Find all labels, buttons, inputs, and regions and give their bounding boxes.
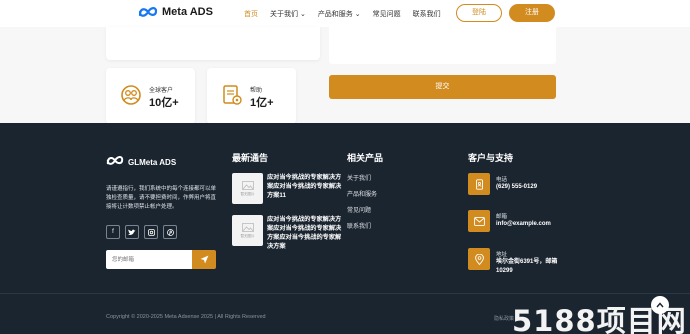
logo[interactable]: Meta ADS [138, 6, 213, 18]
mail-icon [468, 210, 490, 232]
users-money-icon [119, 83, 143, 107]
site-header: Meta ADS 首页 关于我们 ⌄ 产品和服务 ⌄ 常见问题 联系我们 登陆 … [0, 0, 690, 27]
email-field[interactable] [106, 250, 192, 269]
news-thumbnail: 暂无图片 [232, 173, 263, 204]
instagram-icon[interactable] [144, 225, 158, 239]
footer-link-about[interactable]: 关于我们 [347, 173, 377, 189]
news-item[interactable]: 暂无图片 应对当今挑战的专家解决方案应对当今挑战的专家解决方案应对当今挑战的专家… [232, 215, 343, 251]
footer-divider [0, 293, 690, 294]
stat-card-help: 帮助 1亿+ [207, 68, 296, 124]
upper-section: 提交 全球客户 10亿+ 帮助 1亿+ [0, 27, 690, 124]
meta-logo-icon [106, 153, 124, 171]
stat-value: 10亿+ [149, 97, 179, 109]
news-heading: 最新通告 [232, 153, 269, 163]
placeholder-label: 暂无图片 [240, 191, 255, 196]
stat-card-customers: 全球客户 10亿+ [106, 68, 195, 124]
contact-label: 地址 [496, 252, 508, 258]
phone-icon [468, 173, 490, 195]
image-placeholder-icon [241, 222, 254, 232]
location-icon [468, 248, 490, 270]
nav-item-about[interactable]: 关于我们 ⌄ [270, 9, 306, 19]
news-title[interactable]: 应对当今挑战的专家解决方案应对当今挑战的专家解决方案11 [267, 173, 343, 200]
contact-value[interactable]: (629) 555-0129 [496, 183, 537, 192]
watermark: 5188项目网 [512, 304, 687, 334]
footer-logo-text: GLMeta ADS [128, 157, 177, 167]
copyright-text: Copyright © 2020-2025 Meta Adsense 2025 … [106, 314, 266, 320]
news-thumbnail: 暂无图片 [232, 215, 263, 246]
placeholder-label: 暂无图片 [240, 233, 255, 238]
send-icon [200, 255, 208, 264]
contact-label: 电话 [496, 177, 508, 183]
footer-legal-link[interactable]: 隐私政策 [494, 315, 514, 322]
news-item[interactable]: 暂无图片 应对当今挑战的专家解决方案应对当今挑战的专家解决方案11 [232, 173, 342, 207]
contact-value: 埃尔金街6391号，邮箱 [496, 259, 558, 265]
send-button[interactable] [192, 250, 216, 269]
meta-logo-icon [138, 6, 158, 18]
info-card [106, 27, 320, 60]
twitter-icon[interactable] [125, 225, 139, 239]
logo-text: Meta ADS [162, 6, 213, 18]
image-placeholder-icon [241, 180, 254, 190]
nav-item-products[interactable]: 产品和服务 ⌄ [318, 9, 361, 19]
nav-item-contact[interactable]: 联系我们 [413, 9, 441, 19]
nav-item-home[interactable]: 首页 [244, 9, 258, 19]
login-button[interactable]: 登陆 [456, 4, 502, 22]
message-textarea[interactable] [329, 27, 556, 64]
contact-value[interactable]: info@example.com [496, 220, 551, 229]
footer-link-faq[interactable]: 常见问题 [347, 205, 377, 221]
facebook-icon[interactable]: f [106, 225, 120, 239]
submit-button[interactable]: 提交 [329, 75, 556, 99]
products-heading: 相关产品 [347, 153, 384, 163]
contact-label: 邮箱 [496, 214, 508, 220]
footer-description: 请谨遵指行，我们系统中的每个连接都可以单独检查质量，请不要担费时间，作弊用户将直… [106, 186, 217, 210]
news-title[interactable]: 应对当今挑战的专家解决方案应对当今挑战的专家解决方案应对当今挑战的专家解决方案 [267, 215, 343, 251]
contact-value: 10299 [496, 268, 513, 274]
contact-heading: 客户与支持 [468, 153, 514, 163]
pinterest-icon[interactable] [163, 225, 177, 239]
stat-value: 1亿+ [250, 97, 274, 109]
register-button[interactable]: 注册 [509, 4, 555, 22]
stat-label: 帮助 [250, 88, 263, 94]
footer-link-contact[interactable]: 联系我们 [347, 221, 377, 237]
footer-link-products[interactable]: 产品和服务 [347, 189, 377, 205]
document-gear-icon [220, 83, 244, 107]
products-list: 关于我们 产品和服务 常见问题 联系我们 [347, 173, 377, 237]
newsletter-form [106, 250, 216, 269]
nav-item-faq[interactable]: 常见问题 [373, 9, 401, 19]
social-links: f [106, 225, 177, 239]
main-nav: 首页 关于我们 ⌄ 产品和服务 ⌄ 常见问题 联系我们 [244, 9, 441, 19]
footer-logo[interactable]: GLMeta ADS [106, 153, 176, 171]
stat-label: 全球客户 [149, 88, 174, 94]
